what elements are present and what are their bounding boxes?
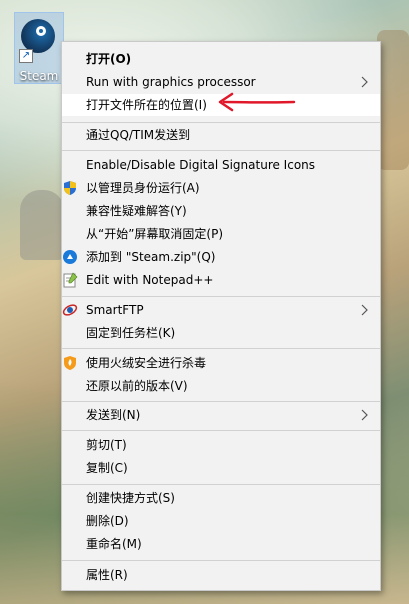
menu-item-label: 以管理员身份运行(A)	[86, 181, 200, 195]
menu-separator	[62, 401, 380, 402]
menu-item-label: Edit with Notepad++	[86, 273, 214, 287]
huorong-icon	[64, 356, 76, 370]
menu-item-open[interactable]: 打开(O)	[62, 48, 380, 70]
menu-item-compat-troubleshoot[interactable]: 兼容性疑难解答(Y)	[62, 200, 380, 222]
menu-item-label: 打开(O)	[86, 52, 132, 66]
menu-item-label: 创建快捷方式(S)	[86, 491, 175, 505]
menu-item-label: 删除(D)	[86, 514, 129, 528]
archive-icon	[63, 250, 77, 264]
menu-item-digital-signature-icons[interactable]: Enable/Disable Digital Signature Icons	[62, 154, 380, 176]
annotation-arrow-icon	[218, 92, 296, 112]
context-menu: 打开(O) Run with graphics processor 打开文件所在…	[61, 41, 381, 591]
menu-item-properties[interactable]: 属性(R)	[62, 564, 380, 586]
menu-item-send-to[interactable]: 发送到(N)	[62, 404, 380, 426]
menu-item-label: 复制(C)	[86, 461, 128, 475]
menu-item-label: 通过QQ/TIM发送到	[86, 128, 191, 142]
menu-separator	[62, 560, 380, 561]
menu-item-rename[interactable]: 重命名(M)	[62, 533, 380, 555]
smartftp-icon	[62, 304, 78, 316]
menu-item-label: 添加到 "Steam.zip"(Q)	[86, 250, 216, 264]
notepadpp-icon	[63, 272, 78, 288]
menu-item-label: 剪切(T)	[86, 438, 127, 452]
menu-separator	[62, 484, 380, 485]
menu-item-huorong-scan[interactable]: 使用火绒安全进行杀毒	[62, 352, 380, 374]
menu-item-label: 还原以前的版本(V)	[86, 379, 188, 393]
desktop-icon-label: Steam	[19, 69, 59, 83]
menu-item-copy[interactable]: 复制(C)	[62, 457, 380, 479]
menu-item-pin-taskbar[interactable]: 固定到任务栏(K)	[62, 322, 380, 344]
menu-item-label: 使用火绒安全进行杀毒	[86, 356, 207, 370]
menu-separator	[62, 150, 380, 151]
menu-item-label: 兼容性疑难解答(Y)	[86, 204, 187, 218]
menu-item-label: 发送到(N)	[86, 408, 141, 422]
menu-separator	[62, 122, 380, 123]
uac-shield-icon	[64, 181, 76, 195]
menu-item-label: 重命名(M)	[86, 537, 142, 551]
desktop-icon-steam[interactable]: ↗ Steam	[14, 12, 64, 84]
menu-item-label: 从“开始”屏幕取消固定(P)	[86, 227, 224, 241]
menu-item-run-as-admin[interactable]: 以管理员身份运行(A)	[62, 177, 380, 199]
shortcut-arrow-icon: ↗	[19, 49, 33, 63]
menu-item-create-shortcut[interactable]: 创建快捷方式(S)	[62, 487, 380, 509]
menu-item-add-to-zip[interactable]: 添加到 "Steam.zip"(Q)	[62, 246, 380, 268]
chevron-right-icon	[361, 76, 368, 88]
menu-item-restore-previous[interactable]: 还原以前的版本(V)	[62, 375, 380, 397]
menu-item-label: 固定到任务栏(K)	[86, 326, 176, 340]
menu-item-label: 打开文件所在的位置(I)	[86, 98, 207, 112]
menu-separator	[62, 348, 380, 349]
menu-item-send-via-qq[interactable]: 通过QQ/TIM发送到	[62, 124, 380, 146]
menu-item-cut[interactable]: 剪切(T)	[62, 434, 380, 456]
menu-item-smartftp[interactable]: SmartFTP	[62, 299, 380, 321]
steam-logo-icon	[21, 19, 55, 53]
menu-item-edit-notepadpp[interactable]: Edit with Notepad++	[62, 269, 380, 291]
chevron-right-icon	[361, 304, 368, 316]
menu-item-label: SmartFTP	[86, 303, 144, 317]
menu-separator	[62, 296, 380, 297]
chevron-right-icon	[361, 409, 368, 421]
menu-item-label: 属性(R)	[86, 568, 128, 582]
menu-item-unpin-start[interactable]: 从“开始”屏幕取消固定(P)	[62, 223, 380, 245]
menu-separator	[62, 430, 380, 431]
menu-item-delete[interactable]: 删除(D)	[62, 510, 380, 532]
menu-item-label: Enable/Disable Digital Signature Icons	[86, 158, 316, 172]
